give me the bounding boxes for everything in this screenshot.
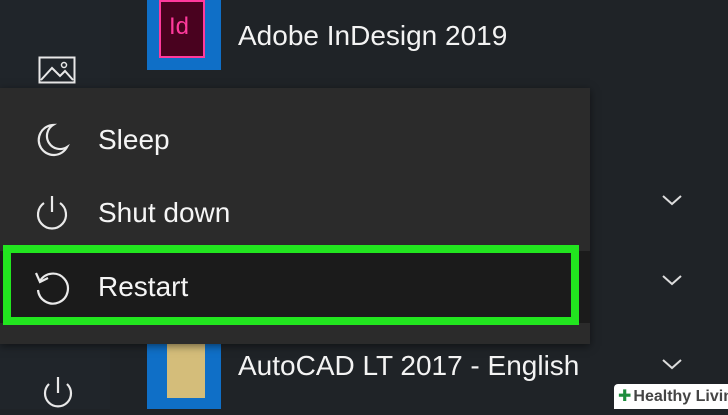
indesign-icon: Id — [159, 0, 205, 58]
sleep-menu-item[interactable]: Sleep — [0, 104, 590, 176]
chevron-down-icon[interactable] — [661, 273, 683, 292]
moon-icon — [33, 121, 71, 159]
folder-icon — [167, 342, 205, 398]
app-label-indesign[interactable]: Adobe InDesign 2019 — [238, 20, 507, 52]
shutdown-label: Shut down — [98, 197, 231, 228]
app-label-autocad[interactable]: AutoCAD LT 2017 - English — [238, 350, 579, 382]
sleep-label: Sleep — [98, 124, 170, 155]
power-icon — [33, 194, 71, 232]
watermark-logo: ✚Healthy Living — [614, 384, 728, 409]
image-icon[interactable] — [38, 56, 76, 89]
plus-icon: ✚ — [618, 388, 632, 405]
restart-highlight-box — [3, 245, 579, 325]
power-icon[interactable] — [38, 376, 78, 415]
indesign-tile[interactable]: Id — [147, 0, 221, 70]
shutdown-menu-item[interactable]: Shut down — [0, 177, 590, 249]
chevron-down-icon[interactable] — [661, 193, 683, 212]
chevron-down-icon[interactable] — [661, 357, 683, 376]
